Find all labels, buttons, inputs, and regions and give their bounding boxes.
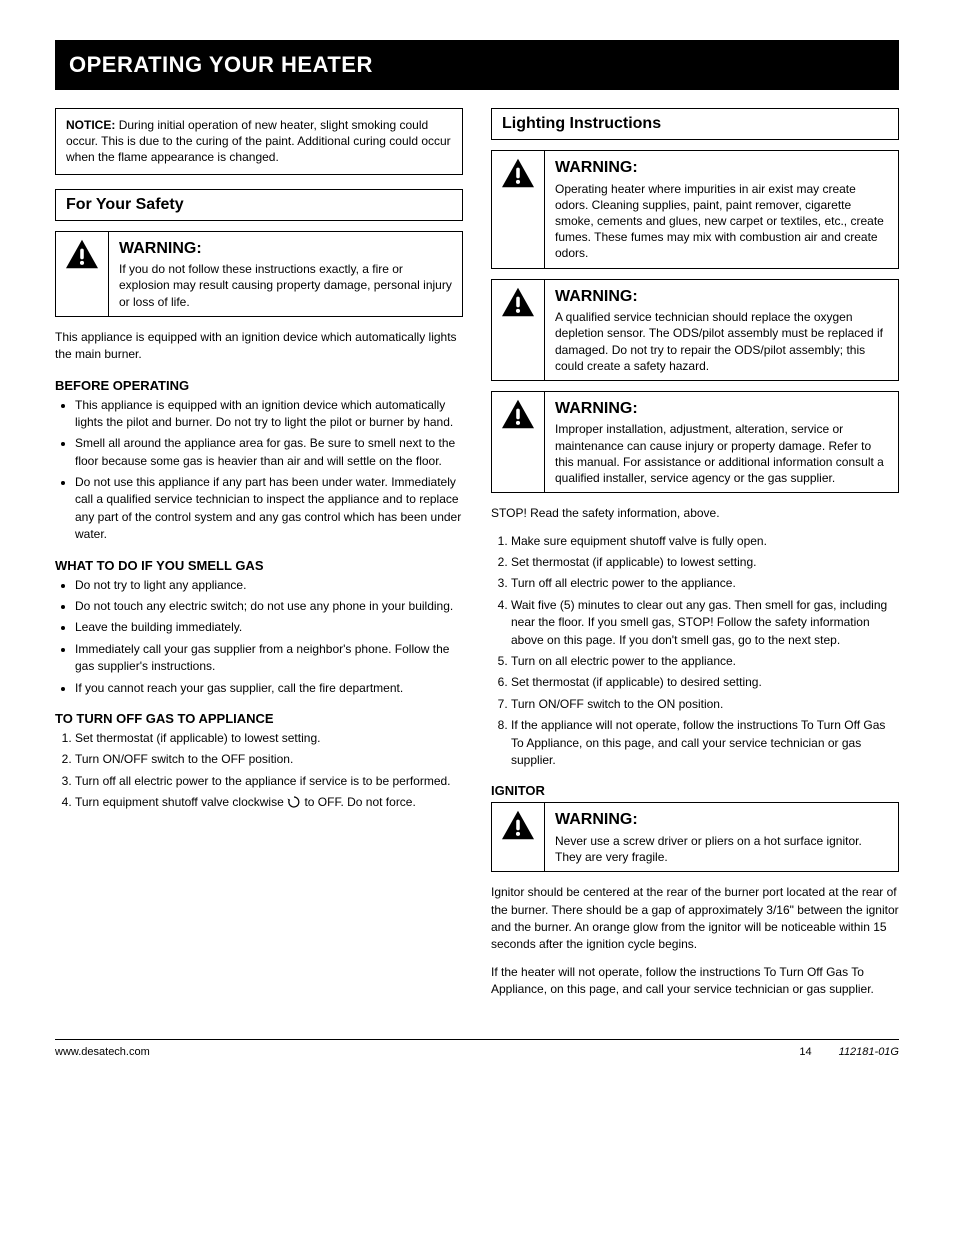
intro-paragraph: This appliance is equipped with an ignit…: [55, 329, 463, 364]
smell-gas-list: Do not try to light any appliance. Do not…: [55, 577, 463, 697]
list-item: This appliance is equipped with an ignit…: [75, 397, 463, 432]
list-item: Turn off all electric power to the appli…: [511, 575, 899, 592]
warning-text: If you do not follow these instructions …: [119, 262, 452, 308]
warning-icon-cell: [492, 280, 545, 380]
list-item: If the appliance will not operate, follo…: [511, 717, 899, 769]
warning-body: WARNING: If you do not follow these inst…: [109, 232, 462, 316]
ignitor-heading: IGNITOR: [491, 783, 899, 798]
warning-body: WARNING:A qualified service technician s…: [545, 280, 898, 380]
list-item: Do not touch any electric switch; do not…: [75, 598, 463, 615]
steps-intro: STOP! Read the safety information, above…: [491, 505, 899, 522]
ignitor-warning-title: WARNING:: [555, 809, 888, 831]
ignitor-warning-body: WARNING: Never use a screw driver or pli…: [545, 803, 898, 871]
ignitor-paragraph-2: If the heater will not operate, follow t…: [491, 964, 899, 999]
left-column: NOTICE: During initial operation of new …: [55, 108, 463, 1009]
list-item: Immediately call your gas supplier from …: [75, 641, 463, 676]
warning-title: WARNING:: [555, 286, 888, 308]
warning-callout: WARNING: If you do not follow these inst…: [55, 231, 463, 317]
list-item: Set thermostat (if applicable) to desire…: [511, 674, 899, 691]
list-item: Do not try to light any appliance.: [75, 577, 463, 594]
warning-body: WARNING:Improper installation, adjustmen…: [545, 392, 898, 492]
warning-text: A qualified service technician should re…: [555, 310, 883, 373]
warning-text: Improper installation, adjustment, alter…: [555, 422, 884, 485]
safety-section-header: For Your Safety: [55, 189, 463, 221]
footer-page-number: 14: [799, 1046, 811, 1058]
lighting-section-header: Lighting Instructions: [491, 108, 899, 140]
before-operating-list: This appliance is equipped with an ignit…: [55, 397, 463, 544]
turn-off-list: Set thermostat (if applicable) to lowest…: [55, 730, 463, 812]
warning-callout: WARNING:Improper installation, adjustmen…: [491, 391, 899, 493]
list-item: Turn off all electric power to the appli…: [75, 773, 463, 790]
notice-text: During initial operation of new heater, …: [66, 118, 451, 164]
list-item: Turn equipment shutoff valve clockwise t…: [75, 794, 463, 811]
footer-right: 14 112181-01G: [799, 1046, 899, 1058]
page-root: OPERATING YOUR HEATER NOTICE: During ini…: [0, 0, 954, 1088]
list-item: Turn on all electric power to the applia…: [511, 653, 899, 670]
warning-triangle-icon: [64, 238, 100, 270]
ignitor-warning-text: Never use a screw driver or pliers on a …: [555, 834, 862, 864]
right-callout-group: WARNING: Operating heater where impuritie…: [491, 150, 899, 493]
ignitor-paragraph-1: Ignitor should be centered at the rear o…: [491, 884, 899, 954]
before-operating-heading: BEFORE OPERATING: [55, 378, 463, 393]
warning-triangle-icon: [500, 157, 536, 189]
right-column: Lighting Instructions WARNING: Operating …: [491, 108, 899, 1009]
warning-icon-cell: [56, 232, 109, 316]
warning-icon-cell: [492, 803, 545, 871]
list-item: Wait five (5) minutes to clear out any g…: [511, 597, 899, 649]
list-item: Smell all around the appliance area for …: [75, 435, 463, 470]
page-footer: www.desatech.com 14 112181-01G: [55, 1039, 899, 1058]
notice-box: NOTICE: During initial operation of new …: [55, 108, 463, 175]
warning-callout: WARNING: Operating heater where impuritie…: [491, 150, 899, 269]
warning-title: WARNING:: [555, 398, 888, 420]
list-item: Set thermostat (if applicable) to lowest…: [511, 554, 899, 571]
warning-title: WARNING:: [119, 238, 452, 260]
section-title-bar: OPERATING YOUR HEATER: [55, 40, 899, 90]
list-item: Turn ON/OFF switch to the OFF position.: [75, 751, 463, 768]
list-item: Set thermostat (if applicable) to lowest…: [75, 730, 463, 747]
list-item: Leave the building immediately.: [75, 619, 463, 636]
notice-label: NOTICE:: [66, 118, 115, 132]
warning-icon-cell: [492, 151, 545, 268]
warning-callout: WARNING:A qualified service technician s…: [491, 279, 899, 381]
smell-gas-heading: WHAT TO DO IF YOU SMELL GAS: [55, 558, 463, 573]
two-column-layout: NOTICE: During initial operation of new …: [55, 108, 899, 1009]
warning-text: Operating heater where impurities in air…: [555, 182, 884, 261]
warning-title: WARNING:: [555, 157, 888, 179]
list-item: If you cannot reach your gas supplier, c…: [75, 680, 463, 697]
list-item: Make sure equipment shutoff valve is ful…: [511, 533, 899, 550]
list-item: Do not use this appliance if any part ha…: [75, 474, 463, 544]
list-item: Turn ON/OFF switch to the ON position.: [511, 696, 899, 713]
warning-triangle-icon: [500, 286, 536, 318]
ignitor-warning-callout: WARNING: Never use a screw driver or pli…: [491, 802, 899, 872]
warning-triangle-icon: [500, 809, 536, 841]
turn-off-heading: TO TURN OFF GAS TO APPLIANCE: [55, 711, 463, 726]
lighting-steps-list: Make sure equipment shutoff valve is ful…: [491, 533, 899, 770]
warning-icon-cell: [492, 392, 545, 492]
warning-body: WARNING: Operating heater where impuritie…: [545, 151, 898, 268]
footer-url: www.desatech.com: [55, 1046, 150, 1058]
footer-doc-id: 112181-01G: [839, 1046, 899, 1058]
warning-triangle-icon: [500, 398, 536, 430]
